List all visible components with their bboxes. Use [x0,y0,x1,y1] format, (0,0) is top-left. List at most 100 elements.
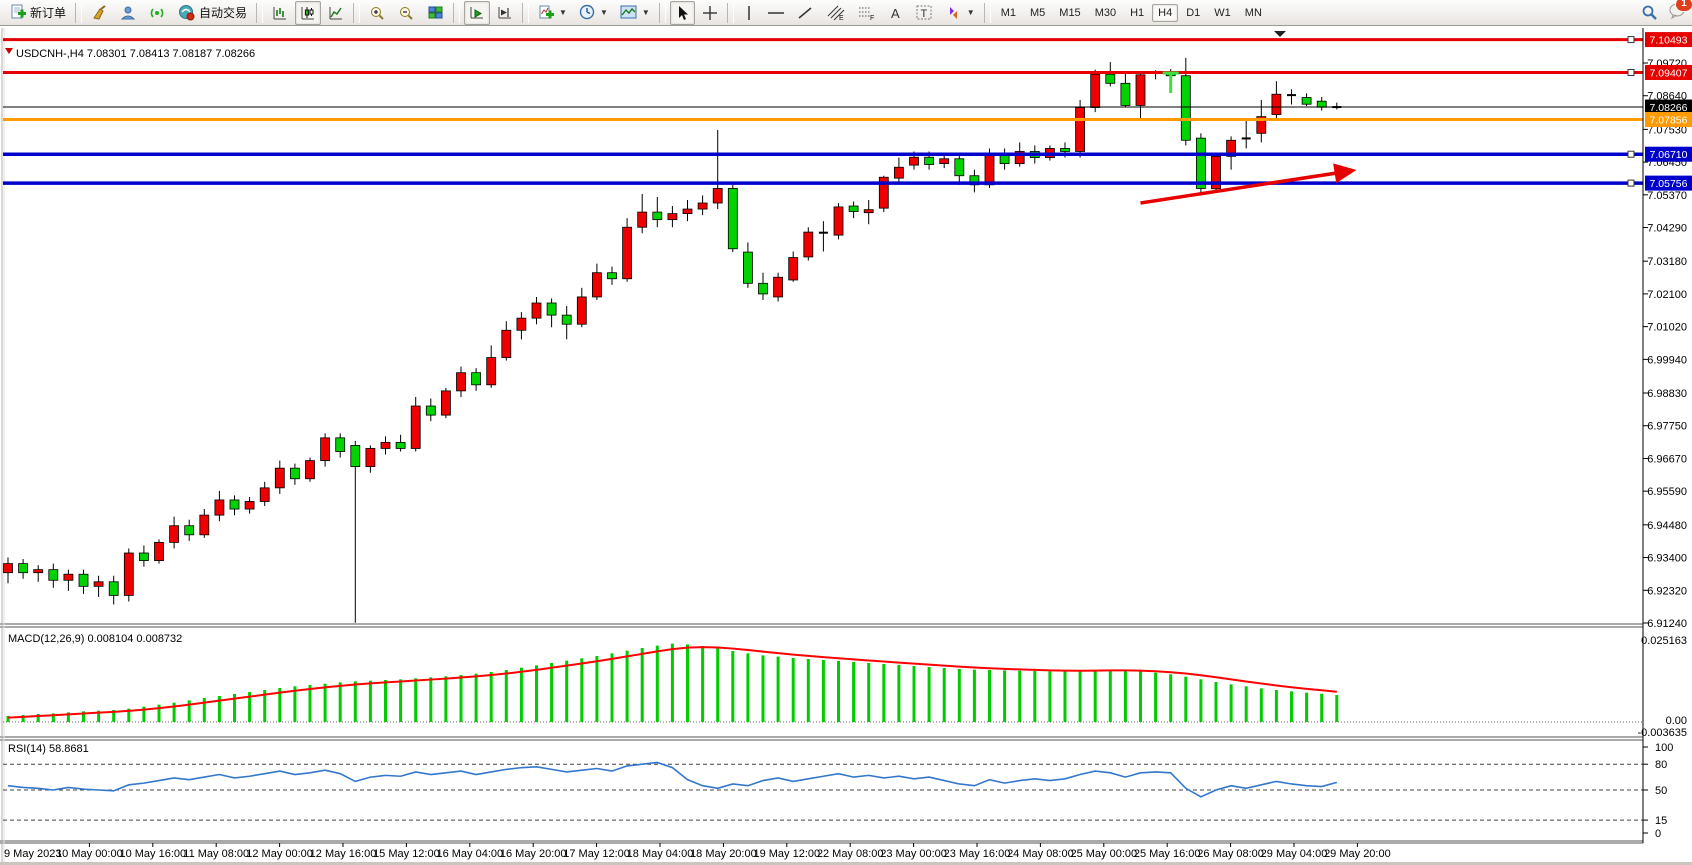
indicators-button[interactable]: ▼ [533,1,572,25]
candle-body[interactable] [940,159,949,164]
candle-body[interactable] [1136,75,1145,106]
candle-body[interactable] [49,570,58,581]
candle-body[interactable] [532,303,541,318]
candle-body[interactable] [955,159,964,176]
candle-body[interactable] [230,500,239,509]
candle-body[interactable] [260,488,269,502]
candle-body[interactable] [381,442,390,448]
market-watch-button[interactable] [86,1,113,25]
candle-body[interactable] [1302,98,1311,105]
periods-button[interactable]: ▼ [574,1,613,25]
candle-body[interactable] [94,582,103,587]
candle-body[interactable] [275,468,284,488]
candle-body[interactable] [623,227,632,279]
candle-body[interactable] [79,574,88,586]
line-handle[interactable] [1628,180,1634,186]
candle-body[interactable] [849,206,858,211]
fibonacci-button[interactable]: E [821,1,850,25]
candle-body[interactable] [592,273,601,297]
candle-body[interactable] [155,542,164,560]
candle-body[interactable] [1317,101,1326,107]
candle-body[interactable] [562,315,571,324]
candle-body[interactable] [683,209,692,214]
candle-body[interactable] [441,391,450,415]
candle-body[interactable] [1196,138,1205,188]
candle-body[interactable] [668,214,677,220]
cursor-button[interactable] [670,1,695,25]
candlestick-chart-button[interactable] [295,1,321,25]
trendline-button[interactable] [792,1,819,25]
candle-body[interactable] [1272,94,1281,114]
candle-body[interactable] [19,564,28,573]
candle-body[interactable] [804,232,813,257]
timeframe-button-mn[interactable]: MN [1239,4,1268,22]
candle-body[interactable] [925,157,934,164]
timeframe-button-w1[interactable]: W1 [1208,4,1237,22]
profile-button[interactable] [115,1,142,25]
candle-body[interactable] [774,277,783,297]
candle-body[interactable] [351,445,360,466]
line-handle[interactable] [1628,151,1634,157]
chart-canvas[interactable]: 7.097207.086407.075307.064507.053707.042… [0,26,1692,865]
candle-body[interactable] [366,448,375,466]
timeframe-button-m15[interactable]: M15 [1053,4,1086,22]
candle-body[interactable] [457,373,466,391]
timeframe-button-h1[interactable]: H1 [1124,4,1150,22]
crosshair-button[interactable] [697,1,723,25]
candle-body[interactable] [139,553,148,561]
candle-body[interactable] [215,500,224,515]
candle-body[interactable] [547,303,556,315]
candle-body[interactable] [1091,74,1100,107]
arrows-tool-button[interactable]: ▼ [940,1,980,25]
candle-body[interactable] [834,207,843,235]
timeframe-button-h4[interactable]: H4 [1152,4,1178,22]
candle-body[interactable] [517,318,526,330]
candle-body[interactable] [200,515,209,535]
timeframe-button-m5[interactable]: M5 [1024,4,1051,22]
candle-body[interactable] [34,570,43,573]
timeframe-button-d1[interactable]: D1 [1180,4,1206,22]
zoom-out-button[interactable] [393,1,420,25]
tile-windows-button[interactable] [422,1,449,25]
candle-body[interactable] [321,438,330,461]
candle-body[interactable] [743,252,752,283]
vertical-line-button[interactable] [738,1,760,25]
candle-body[interactable] [396,442,405,448]
candle-body[interactable] [426,406,435,415]
news-button[interactable] [144,1,171,25]
candle-body[interactable] [109,582,118,596]
candle-body[interactable] [170,526,179,543]
line-handle[interactable] [1628,37,1634,43]
candle-body[interactable] [1181,76,1190,141]
candle-body[interactable] [411,406,420,448]
candle-body[interactable] [1061,148,1070,151]
candle-body[interactable] [290,468,299,479]
candle-body[interactable] [894,167,903,178]
trend-arrow-head[interactable] [1333,163,1356,183]
candle-body[interactable] [336,438,345,452]
candle-body[interactable] [64,574,73,580]
trend-arrow-shaft[interactable] [1141,172,1343,203]
candle-body[interactable] [789,258,798,280]
candle-body[interactable] [910,157,919,165]
candle-body[interactable] [638,212,647,227]
candle-body[interactable] [985,155,994,185]
candle-body[interactable] [1106,74,1115,83]
timeframe-button-m1[interactable]: M1 [995,4,1022,22]
chart-shift-button[interactable] [492,1,518,25]
text-tool-button[interactable]: A [883,1,908,25]
text-label-button[interactable]: T [910,1,938,25]
candle-body[interactable] [245,501,254,509]
candle-body[interactable] [653,212,662,220]
candle-body[interactable] [502,330,511,357]
autotrade-button[interactable]: 自动交易 [173,1,252,25]
horizontal-line-button[interactable] [762,1,790,25]
candle-body[interactable] [577,297,586,324]
templates-button[interactable]: ▼ [615,1,655,25]
notifications-button[interactable]: 1 [1668,2,1686,24]
grid-tool-button[interactable]: F [852,1,881,25]
candle-body[interactable] [864,210,873,213]
candle-body[interactable] [124,553,133,595]
candle-body[interactable] [4,564,13,573]
candle-body[interactable] [698,203,707,209]
